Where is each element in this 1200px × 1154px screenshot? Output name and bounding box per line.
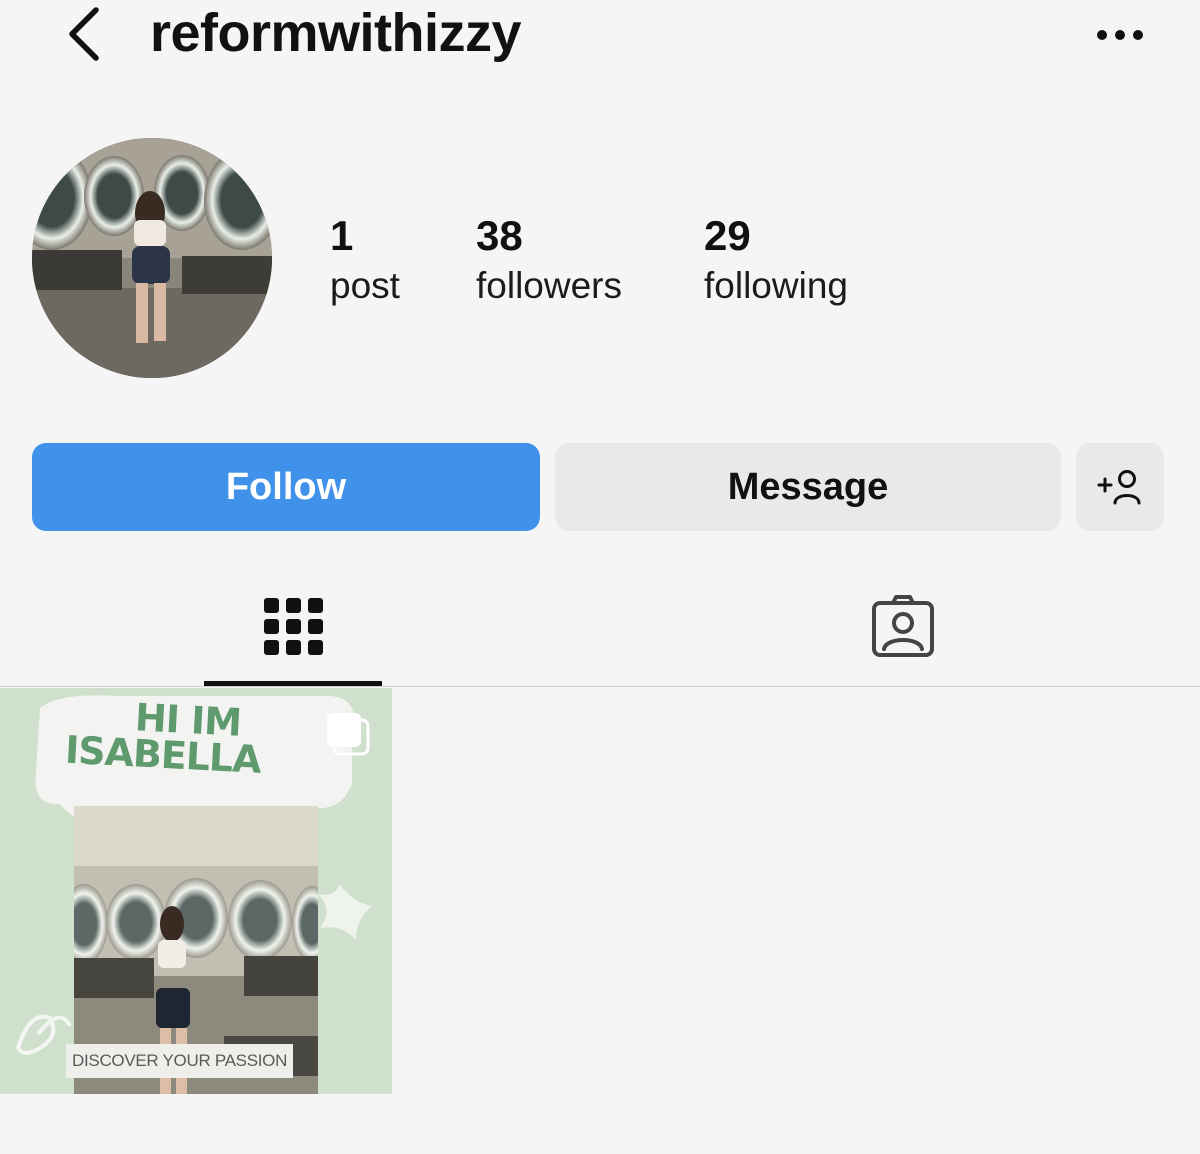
profile-photo [32,138,272,378]
tab-posts-grid[interactable] [204,578,382,686]
chevron-left-icon [69,7,99,61]
following-count[interactable]: 29 following [704,210,848,310]
more-options-button[interactable] [1094,26,1146,44]
following-count-value: 29 [704,212,751,259]
more-horizontal-icon [1097,30,1143,40]
followers-count[interactable]: 38 followers [476,210,622,310]
posts-count-value: 1 [330,212,354,259]
avatar[interactable] [32,138,272,378]
followers-count-value: 38 [476,212,523,259]
tagged-person-icon [872,595,934,657]
profile-username: reformwithizzy [150,3,522,63]
post-title: HI IM ISABELLA [64,695,307,782]
tab-tagged[interactable] [858,585,948,675]
profile-page: reformwithizzy 1 post 38 followers 29 fo… [0,0,1200,1154]
follow-button[interactable]: Follow [32,443,540,531]
suggested-users-button[interactable] [1076,443,1164,531]
back-button[interactable] [62,6,108,62]
tabs-divider [0,686,1200,687]
followers-count-label: followers [476,265,622,306]
post-thumbnail[interactable]: HI IM ISABELLA DISCOVER YOUR PASSION [0,688,392,1094]
posts-count: 1 post [330,210,400,310]
posts-count-label: post [330,265,400,306]
following-count-label: following [704,265,848,306]
post-caption: DISCOVER YOUR PASSION [66,1044,294,1078]
carousel-icon [327,713,370,756]
message-button[interactable]: Message [555,443,1061,531]
add-user-icon [1097,470,1141,505]
grid-icon [264,598,323,655]
